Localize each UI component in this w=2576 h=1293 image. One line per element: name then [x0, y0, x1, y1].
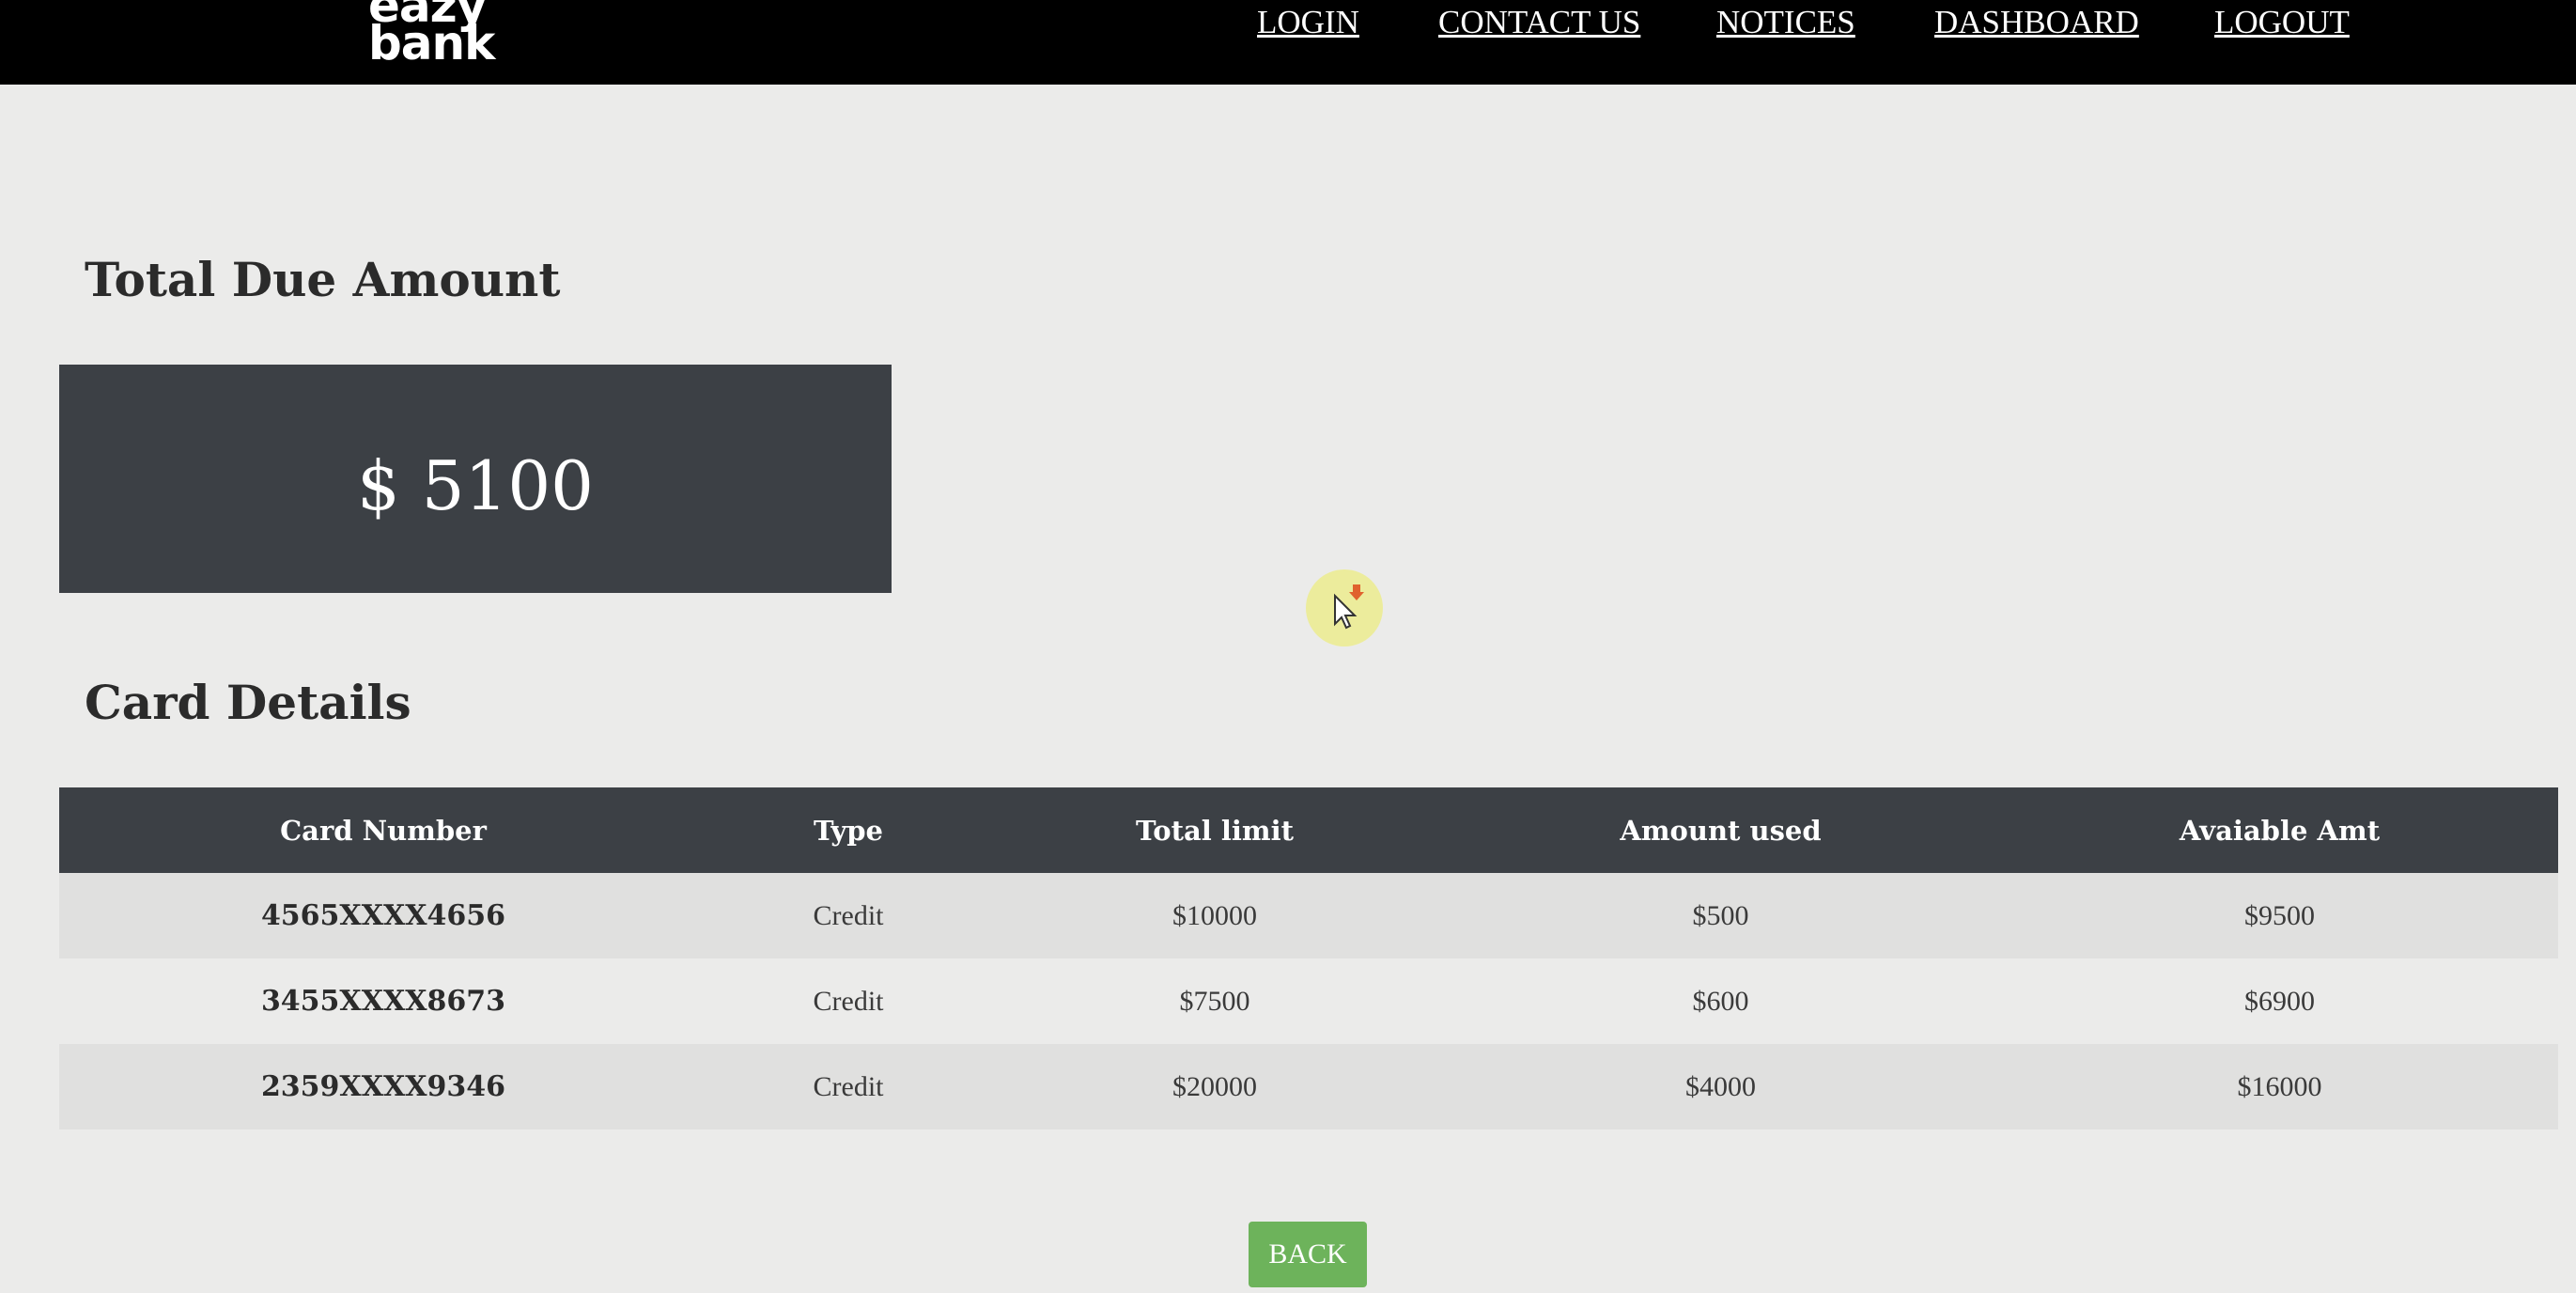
top-navbar: eazy bank LOGIN CONTACT US NOTICES DASHB… [0, 0, 2576, 85]
eazybank-logo[interactable]: eazy bank [368, 0, 495, 70]
total-limit-cell: $7500 [989, 958, 1440, 1044]
column-header-card-number: Card Number [59, 787, 707, 873]
table-row: 3455XXXX8673 Credit $7500 $600 $6900 [59, 958, 2558, 1044]
card-details-heading: Card Details [85, 675, 411, 730]
column-header-amount-used: Amount used [1440, 787, 2001, 873]
total-limit-cell: $10000 [989, 873, 1440, 958]
table-row: 4565XXXX4656 Credit $10000 $500 $9500 [59, 873, 2558, 958]
mouse-pointer-icon [1306, 569, 1383, 646]
amount-used-cell: $500 [1440, 873, 2001, 958]
total-due-panel: $ 5100 [59, 365, 892, 593]
available-amt-cell: $16000 [2001, 1044, 2558, 1129]
nav-notices-link[interactable]: NOTICES [1716, 4, 1855, 41]
column-header-total-limit: Total limit [989, 787, 1440, 873]
nav-login-link[interactable]: LOGIN [1257, 4, 1359, 41]
card-type-cell: Credit [707, 1044, 989, 1129]
logo-line-2: bank [368, 16, 495, 70]
card-details-table: Card Number Type Total limit Amount used… [59, 787, 2558, 1129]
back-button[interactable]: BACK [1249, 1222, 1367, 1287]
amount-used-cell: $600 [1440, 958, 2001, 1044]
table-row: 2359XXXX9346 Credit $20000 $4000 $16000 [59, 1044, 2558, 1129]
nav-contact-link[interactable]: CONTACT US [1438, 4, 1640, 41]
available-amt-cell: $6900 [2001, 958, 2558, 1044]
nav-dashboard-link[interactable]: DASHBOARD [1934, 4, 2139, 41]
card-number-cell: 3455XXXX8673 [59, 958, 707, 1044]
table-header-row: Card Number Type Total limit Amount used… [59, 787, 2558, 873]
amount-used-cell: $4000 [1440, 1044, 2001, 1129]
card-type-cell: Credit [707, 873, 989, 958]
total-limit-cell: $20000 [989, 1044, 1440, 1129]
column-header-available-amt: Avaiable Amt [2001, 787, 2558, 873]
column-header-type: Type [707, 787, 989, 873]
card-number-cell: 4565XXXX4656 [59, 873, 707, 958]
nav-logout-link[interactable]: LOGOUT [2214, 4, 2350, 41]
available-amt-cell: $9500 [2001, 873, 2558, 958]
card-number-cell: 2359XXXX9346 [59, 1044, 707, 1129]
card-type-cell: Credit [707, 958, 989, 1044]
total-due-heading: Total Due Amount [85, 252, 561, 307]
total-due-amount: $ 5100 [357, 445, 594, 525]
